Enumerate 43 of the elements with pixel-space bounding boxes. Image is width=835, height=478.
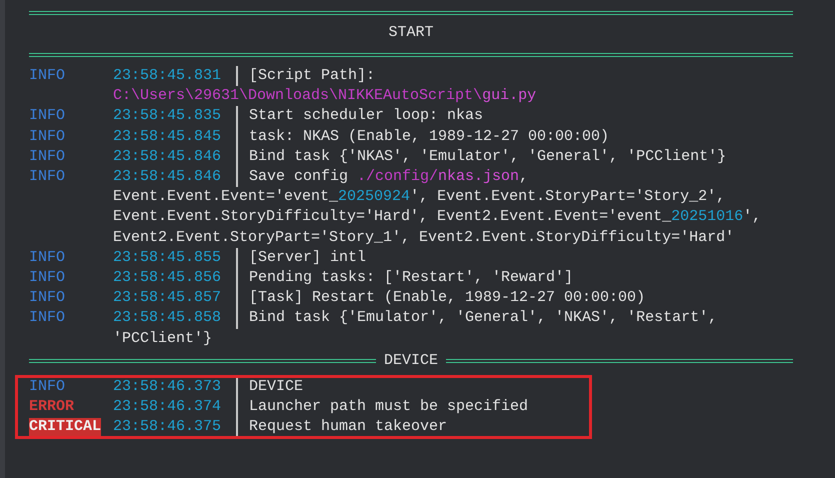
log-timestamp: 23:58:45.857: [113, 288, 222, 308]
section-title: START: [387, 23, 434, 43]
log-message: [Script Path]:: [236, 66, 536, 86]
log-timestamp: 23:58:45.846: [113, 146, 222, 167]
log-message: Event2.Event.StoryPart='Story_1', Event2.Event.StoryDifficulty='Hard': [113, 228, 736, 248]
log-message: Bind task {'NKAS', 'Emulator', 'General', 'PCClient'}: [236, 146, 726, 168]
log-level: INFO: [29, 66, 66, 86]
log-message: Start scheduler loop: nkas: [236, 106, 484, 127]
log-level: INFO: [29, 126, 66, 147]
log-level: ERROR: [29, 397, 76, 418]
log-level: INFO: [29, 376, 66, 397]
section-title: DEVICE: [384, 350, 438, 371]
log-message: DEVICE: [236, 376, 304, 398]
log-message: Launcher path must be specified: [236, 397, 528, 418]
log-timestamp: 23:58:45.856: [113, 268, 222, 288]
log-level-badge: CRITICAL: [29, 418, 102, 436]
log-timestamp: 23:58:46.373: [113, 376, 222, 397]
log-level: INFO: [29, 308, 66, 328]
log-message: Pending tasks: ['Restart', 'Reward']: [236, 268, 574, 288]
log-level: INFO: [29, 106, 66, 126]
log-message: task: NKAS (Enable, 1989-12-27 00:00:00): [236, 126, 610, 147]
log-level: INFO: [29, 268, 66, 288]
log-timestamp: 23:58:45.846: [113, 167, 222, 188]
log-level: INFO: [29, 248, 66, 268]
log-message: 'PCClient'}: [113, 328, 214, 349]
log-timestamp: 23:58:46.374: [113, 397, 222, 418]
log-timestamp: 23:58:46.375: [113, 417, 222, 438]
log-message: [Server] intl: [236, 248, 366, 268]
log-message: Request human takeover: [236, 417, 448, 438]
log-level: INFO: [29, 288, 66, 308]
log-level: INFO: [29, 146, 66, 167]
log-message: [Task] Restart (Enable, 1989-12-27 00:00:00): [236, 288, 646, 308]
log-message: Event.Event.StoryDifficulty='Hard', Event2.Event.Event='event_20251016',: [113, 207, 762, 228]
log-level: INFO: [29, 167, 66, 188]
log-message: Save config ./config/nkas.json,: [236, 167, 762, 188]
log-message: Event.Event.Event='event_20250924', Event.Event.StoryPart='Story_2',: [113, 187, 726, 208]
log-timestamp: 23:58:45.835: [113, 106, 222, 126]
log-message: Bind task {'Emulator', 'General', 'NKAS', 'Restart',: [236, 308, 718, 329]
log-message: C:\Users\29631\Downloads\NIKKEAutoScript\gui.py: [113, 86, 536, 106]
log-timestamp: 23:58:45.855: [113, 248, 222, 268]
log-timestamp: 23:58:45.845: [113, 126, 222, 147]
log-timestamp: 23:58:45.831: [113, 66, 222, 86]
log-timestamp: 23:58:45.858: [113, 308, 222, 328]
